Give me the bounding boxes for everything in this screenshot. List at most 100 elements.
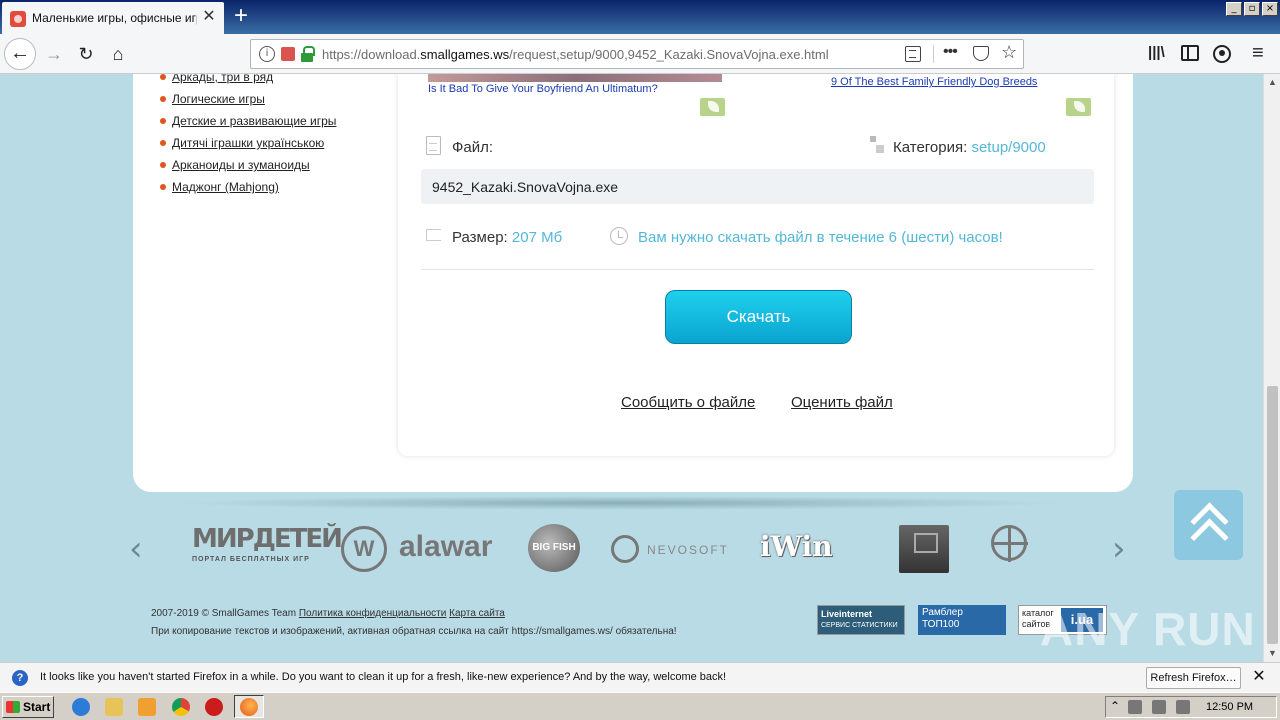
scroll-thumb[interactable]	[1267, 386, 1278, 644]
reader-view-icon[interactable]	[905, 46, 921, 62]
start-button[interactable]: Start	[2, 696, 54, 718]
refresh-firefox-button[interactable]: Refresh Firefox…	[1146, 667, 1241, 689]
info-icon[interactable]: i	[259, 46, 275, 62]
clock-time: 12:50 PM	[1206, 701, 1254, 713]
browser-tab[interactable]: Маленькие игры, офисные игры ✕	[2, 2, 224, 34]
category-link[interactable]: Дитячі іграшки українською	[160, 136, 336, 158]
category-label: Категория:	[893, 139, 968, 156]
alawar-circle-icon: W	[341, 526, 387, 572]
network-icon[interactable]	[1128, 700, 1142, 714]
anyrun-watermark: ANY RUN	[1040, 603, 1256, 655]
vertical-scrollbar[interactable]: ▲ ▼	[1263, 74, 1280, 662]
window-controls: _ ▫ ×	[1226, 2, 1278, 16]
chrome-icon[interactable]	[172, 698, 190, 716]
carousel-next-icon[interactable]: ›	[1112, 532, 1134, 566]
size-label: Размер:	[452, 229, 508, 246]
tray-expand-icon[interactable]: ⌃	[1110, 699, 1120, 713]
liveinternet-badge[interactable]: Liveinternet СЕРВИС СТАТИСТИКИ	[817, 605, 905, 635]
media-player-icon[interactable]	[138, 698, 156, 716]
home-button[interactable]: ⌂	[106, 42, 130, 66]
category-link[interactable]: Маджонг (Mahjong)	[160, 180, 336, 202]
address-bar[interactable]: i https://download.smallgames.ws/request…	[250, 39, 1024, 69]
reload-button[interactable]: ↻	[74, 42, 98, 66]
site-favicon-icon	[10, 11, 26, 27]
forward-button[interactable]: →	[42, 42, 66, 66]
partner-logo-spider[interactable]	[985, 525, 1031, 573]
permissions-icon[interactable]	[281, 47, 295, 61]
privacy-link[interactable]: Политика конфиденциальности	[299, 608, 447, 619]
carousel-prev-icon[interactable]: ‹	[129, 532, 151, 566]
partner-logo-bigfish[interactable]: BIG FISH	[528, 524, 580, 572]
scroll-down-icon[interactable]: ▼	[1264, 645, 1280, 662]
library-icon[interactable]: |||\	[1148, 44, 1168, 64]
scroll-up-icon[interactable]: ▲	[1264, 74, 1280, 91]
rambler-subtitle: ТОП100	[922, 619, 960, 630]
tab-title: Маленькие игры, офисные игры	[32, 11, 197, 25]
partner-logo-mirdetey[interactable]: МИРДЕТЕЙ ПОРТАЛ БЕСПЛАТНЫХ ИГР	[192, 524, 343, 574]
scroll-to-top-button[interactable]	[1174, 490, 1243, 560]
leaf-icon[interactable]	[1066, 98, 1091, 116]
size-info: Размер: 207 Мб	[452, 229, 562, 246]
internet-explorer-icon[interactable]	[72, 698, 90, 716]
flag-tray-icon[interactable]	[1176, 700, 1190, 714]
partner-logo-nevosoft[interactable]: NEVOSOFT	[611, 535, 731, 563]
page-actions-icon[interactable]: •••	[943, 43, 958, 61]
maximize-button[interactable]: ▫	[1244, 2, 1260, 16]
download-panel: Is It Bad To Give Your Boyfriend An Ulti…	[398, 74, 1114, 456]
category-info: Категория: setup/9000	[893, 139, 1046, 156]
alawar-wordmark: alawar	[399, 530, 493, 563]
sidebar-toggle-icon[interactable]	[1181, 45, 1199, 61]
tab-close-icon[interactable]: ✕	[200, 8, 218, 26]
minimize-button[interactable]: _	[1226, 2, 1242, 16]
sitemap-link[interactable]: Карта сайта	[449, 608, 505, 619]
notification-close-icon[interactable]: ✕	[1250, 668, 1268, 686]
time-limit-notice: Вам нужно скачать файл в течение 6 (шест…	[638, 229, 1003, 246]
file-icon	[426, 136, 441, 155]
category-link[interactable]: Логические игры	[160, 92, 336, 114]
pocket-icon[interactable]	[973, 46, 989, 61]
folder-icon[interactable]	[105, 698, 123, 716]
account-icon[interactable]	[1213, 45, 1231, 63]
partner-logo-box[interactable]	[899, 525, 949, 573]
new-tab-button[interactable]: +	[229, 4, 253, 28]
category-link[interactable]: Детские и развивающие игры	[160, 114, 336, 136]
nav-bar: ← → ↻ ⌂ i https://download.smallgames.ws…	[0, 34, 1280, 74]
lock-icon[interactable]	[301, 46, 315, 62]
bookmark-star-icon[interactable]: ☆	[1001, 42, 1017, 63]
rambler-badge[interactable]: Рамблер ТОП100	[918, 605, 1006, 635]
hamburger-menu-icon[interactable]: ≡	[1252, 42, 1270, 64]
category-link[interactable]: Аркады, три в ряд	[160, 74, 336, 92]
notification-bar: ? It looks like you haven't started Fire…	[0, 662, 1280, 692]
leaf-icon[interactable]	[700, 98, 725, 116]
close-window-button[interactable]: ×	[1262, 2, 1278, 16]
download-button[interactable]: Скачать	[665, 290, 852, 344]
nevosoft-wordmark: NEVOSOFT	[647, 543, 730, 557]
rate-file-link[interactable]: Оценить файл	[791, 394, 893, 411]
volume-icon[interactable]	[1152, 700, 1166, 714]
firefox-icon	[240, 698, 258, 716]
partner-logo-alawar[interactable]: W alawar	[341, 524, 506, 572]
partner-logo-iwin[interactable]: iWin	[760, 530, 856, 566]
system-tray: ⌃ 12:50 PM	[1105, 696, 1277, 718]
mirdetey-title: МИРДЕТЕЙ	[192, 524, 343, 554]
spider-logo-icon	[991, 525, 1028, 562]
liveinternet-subtitle: СЕРВИС СТАТИСТИКИ	[821, 622, 898, 629]
back-button[interactable]: ←	[4, 38, 36, 70]
footer-note: При копирование текстов и изображений, а…	[151, 626, 677, 637]
filename-box: 9452_Kazaki.SnovaVojna.exe	[421, 169, 1094, 204]
divider	[421, 269, 1094, 270]
ad-link[interactable]: Is It Bad To Give Your Boyfriend An Ulti…	[428, 83, 658, 95]
size-value: 207 Мб	[511, 229, 563, 246]
notification-text: It looks like you haven't started Firefo…	[40, 671, 727, 683]
url-text[interactable]: https://download.smallgames.ws/request,s…	[322, 47, 829, 62]
url-divider	[933, 45, 934, 63]
liveinternet-title: Liveinternet	[821, 609, 873, 619]
category-link[interactable]: Арканоиды и зуманоиды	[160, 158, 336, 180]
category-value[interactable]: setup/9000	[971, 139, 1045, 156]
ad-image[interactable]	[428, 74, 722, 82]
title-bar: Маленькие игры, офисные игры ✕ + _ ▫ ×	[0, 0, 1280, 34]
firefox-taskbar-button[interactable]	[234, 695, 264, 718]
report-file-link[interactable]: Сообщить о файле	[621, 394, 755, 411]
ad-link[interactable]: 9 Of The Best Family Friendly Dog Breeds	[831, 76, 1037, 88]
opera-icon[interactable]	[205, 698, 223, 716]
